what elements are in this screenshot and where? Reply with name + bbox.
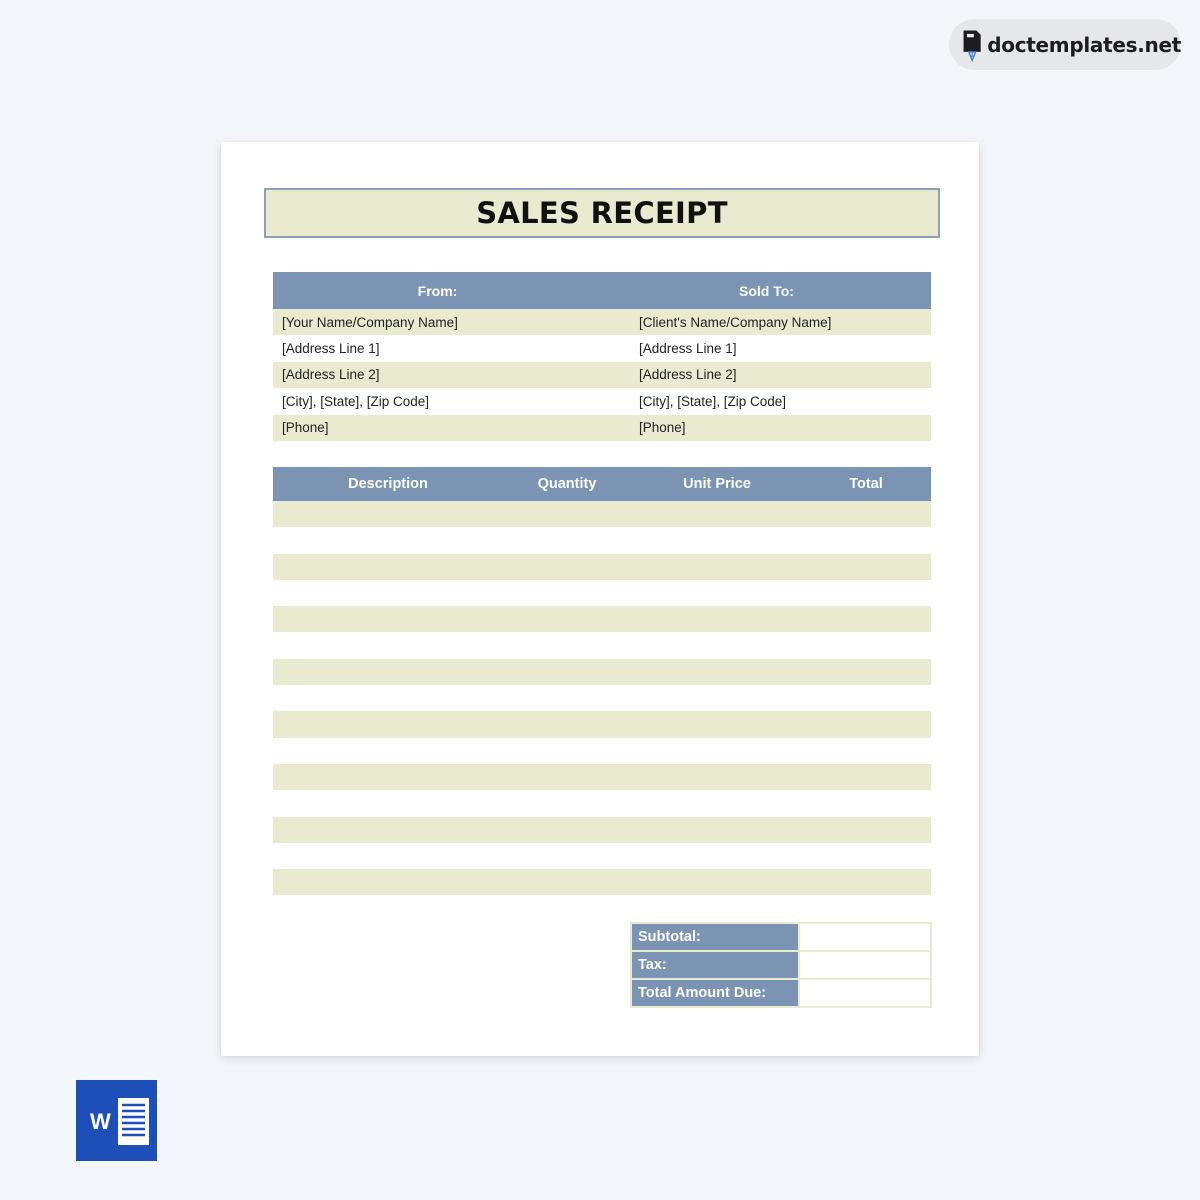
item-row[interactable] bbox=[273, 869, 931, 896]
sold-to-header: Sold To: bbox=[739, 282, 794, 299]
client-address-1[interactable]: [Address Line 1] bbox=[631, 341, 931, 356]
from-header: From: bbox=[417, 282, 458, 299]
client-city-state-zip[interactable]: [City], [State], [Zip Code] bbox=[631, 394, 931, 409]
from-address-1[interactable]: [Address Line 1] bbox=[273, 341, 631, 356]
total-amount-due-label: Total Amount Due: bbox=[632, 980, 800, 1006]
subtotal-row: Subtotal: bbox=[632, 924, 930, 952]
subtotal-value[interactable] bbox=[800, 924, 930, 950]
client-name[interactable]: [Client's Name/Company Name] bbox=[631, 315, 931, 330]
from-name[interactable]: [Your Name/Company Name] bbox=[273, 315, 631, 330]
tax-row: Tax: bbox=[632, 952, 930, 980]
party-table-header: From: Sold To: bbox=[273, 272, 931, 309]
title-box: SALES RECEIPT bbox=[264, 188, 940, 238]
brand-badge[interactable]: doctemplates.net bbox=[949, 19, 1181, 70]
word-icon[interactable]: W bbox=[76, 1080, 157, 1161]
party-row: [Address Line 2] [Address Line 2] bbox=[273, 361, 931, 389]
total-amount-due-value[interactable] bbox=[800, 980, 930, 1006]
items-table-header: Description Quantity Unit Price Total bbox=[273, 467, 931, 501]
items-table: Description Quantity Unit Price Total bbox=[273, 467, 931, 896]
svg-text:W: W bbox=[90, 1109, 111, 1134]
party-row: [Your Name/Company Name] [Client's Name/… bbox=[273, 309, 931, 336]
from-address-2[interactable]: [Address Line 2] bbox=[273, 367, 631, 382]
brand-name: doctemplates.net bbox=[987, 32, 1181, 57]
item-row[interactable] bbox=[273, 763, 931, 791]
items-table-body bbox=[273, 501, 931, 896]
item-row[interactable] bbox=[273, 790, 931, 816]
tax-label: Tax: bbox=[632, 952, 800, 978]
unit-price-header: Unit Price bbox=[683, 476, 751, 492]
item-row[interactable] bbox=[273, 580, 931, 606]
item-row[interactable] bbox=[273, 711, 931, 738]
item-row[interactable] bbox=[273, 843, 931, 869]
from-phone[interactable]: [Phone] bbox=[273, 420, 631, 435]
word-logo-graphic: W bbox=[76, 1080, 157, 1161]
party-row: [Address Line 1] [Address Line 1] bbox=[273, 335, 931, 361]
total-row: Total Amount Due: bbox=[632, 980, 930, 1006]
receipt-page: SALES RECEIPT From: Sold To: [Your Name/… bbox=[221, 142, 979, 1056]
pen-nib-logo-icon bbox=[963, 29, 981, 62]
party-table: From: Sold To: [Your Name/Company Name] … bbox=[273, 272, 931, 441]
item-row[interactable] bbox=[273, 527, 931, 553]
party-row: [Phone] [Phone] bbox=[273, 414, 931, 441]
party-row: [City], [State], [Zip Code] [City], [Sta… bbox=[273, 388, 931, 414]
item-row[interactable] bbox=[273, 738, 931, 764]
item-row[interactable] bbox=[273, 606, 931, 633]
item-row[interactable] bbox=[273, 816, 931, 843]
item-row[interactable] bbox=[273, 632, 931, 658]
quantity-header: Quantity bbox=[537, 476, 597, 492]
client-phone[interactable]: [Phone] bbox=[631, 420, 931, 435]
total-header: Total bbox=[849, 476, 883, 492]
item-row[interactable] bbox=[273, 553, 931, 580]
from-city-state-zip[interactable]: [City], [State], [Zip Code] bbox=[273, 394, 631, 409]
totals-box: Subtotal: Tax: Total Amount Due: bbox=[630, 922, 932, 1008]
tax-value[interactable] bbox=[800, 952, 930, 978]
item-row[interactable] bbox=[273, 685, 931, 711]
client-address-2[interactable]: [Address Line 2] bbox=[631, 367, 931, 382]
item-row[interactable] bbox=[273, 658, 931, 686]
subtotal-label: Subtotal: bbox=[632, 924, 800, 950]
description-header: Description bbox=[348, 476, 428, 492]
item-row[interactable] bbox=[273, 501, 931, 528]
document-title: SALES RECEIPT bbox=[476, 196, 728, 230]
